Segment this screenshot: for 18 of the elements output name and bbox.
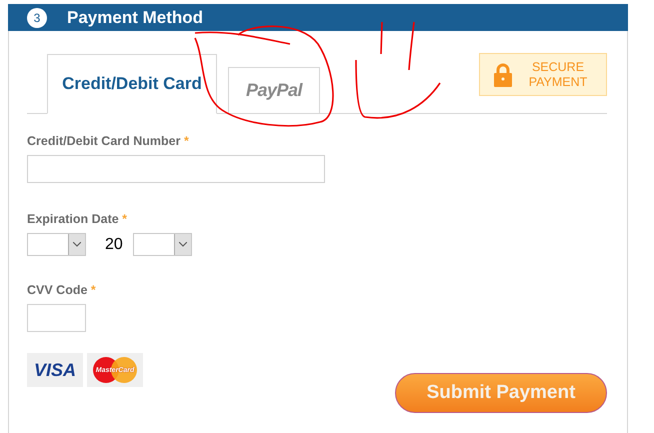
- chevron-down-icon: [178, 242, 187, 247]
- card-number-field[interactable]: [27, 155, 325, 183]
- year-prefix: 20: [105, 236, 123, 254]
- year-select[interactable]: [132, 233, 192, 256]
- field-label: Expiration Date *: [27, 212, 128, 226]
- section-title: Payment Method: [67, 8, 204, 28]
- cvv-field[interactable]: [27, 304, 86, 332]
- secure-badge: SECURE PAYMENT: [479, 53, 607, 96]
- payment-tab[interactable]: PayPal: [228, 67, 320, 114]
- padlock-icon: [494, 62, 512, 86]
- step-number: 3: [27, 8, 47, 28]
- field-label: CVV Code *: [27, 283, 97, 297]
- field-label: Credit/Debit Card Number *: [27, 134, 190, 148]
- payment-tab[interactable]: Credit/Debit Card: [47, 54, 217, 114]
- chevron-down-icon: [73, 242, 81, 247]
- month-select[interactable]: [27, 233, 86, 256]
- submit-button[interactable]: Submit Payment: [395, 373, 607, 413]
- visa-logo: VISA: [27, 353, 83, 387]
